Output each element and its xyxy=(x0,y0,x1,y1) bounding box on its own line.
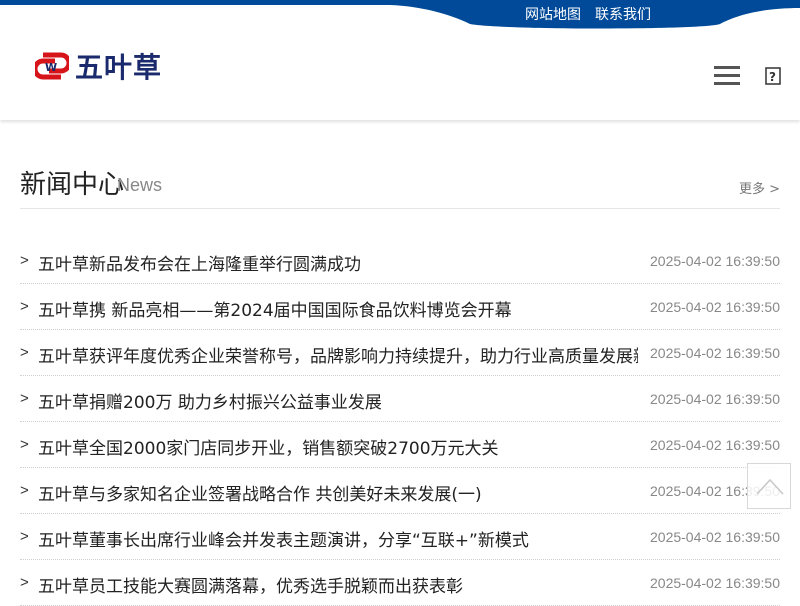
svg-text:W: W xyxy=(45,61,57,74)
news-item[interactable]: > 五叶草获评年度优秀企业荣誉称号，品牌影响力持续提升，助力行业高质量发展新征程… xyxy=(20,330,780,376)
news-item[interactable]: > 五叶草全国2000家门店同步开业，销售额突破2700万元大关 2025-04… xyxy=(20,422,780,468)
news-date: 2025-04-02 16:39:50 xyxy=(650,345,780,361)
hamburger-menu-icon[interactable] xyxy=(714,66,740,86)
svg-text:?: ? xyxy=(769,70,776,84)
news-item[interactable]: > 五叶草新品发布会在上海隆重举行圆满成功 2025-04-02 16:39:5… xyxy=(20,238,780,284)
sitemap-link[interactable]: 网站地图 xyxy=(525,6,581,24)
news-title[interactable]: 五叶草董事长出席行业峰会并发表主题演讲，分享“互联+”新模式 xyxy=(38,526,638,551)
news-title[interactable]: 五叶草捐赠200万 助力乡村振兴公益事业发展 xyxy=(38,388,638,413)
bullet-arrow-icon: > xyxy=(20,574,29,591)
section-title: 新闻中心 xyxy=(20,170,125,200)
news-title[interactable]: 五叶草全国2000家门店同步开业，销售额突破2700万元大关 xyxy=(38,434,638,459)
top-links: 网站地图 联系我们 xyxy=(525,6,651,24)
bullet-arrow-icon: > xyxy=(20,390,29,407)
bullet-arrow-icon: > xyxy=(20,436,29,453)
news-date: 2025-04-02 16:39:50 xyxy=(650,253,780,269)
logo-text: 五叶草 xyxy=(75,51,163,84)
news-title[interactable]: 五叶草新品发布会在上海隆重举行圆满成功 xyxy=(38,250,638,275)
news-date: 2025-04-02 16:39:50 xyxy=(650,437,780,453)
site-logo[interactable]: W 五叶草 xyxy=(35,48,162,84)
more-link[interactable]: 更多 > xyxy=(739,178,780,197)
news-list: > 五叶草新品发布会在上海隆重举行圆满成功 2025-04-02 16:39:5… xyxy=(20,238,780,606)
bullet-arrow-icon: > xyxy=(20,528,29,545)
news-title[interactable]: 五叶草员工技能大赛圆满落幕，优秀选手脱颖而出获表彰 xyxy=(38,572,638,597)
logo-mark-icon: W xyxy=(35,52,69,80)
bullet-arrow-icon: > xyxy=(20,482,29,499)
search-icon[interactable]: ? xyxy=(765,67,781,85)
bullet-arrow-icon: > xyxy=(20,252,29,269)
chevron-up-icon xyxy=(756,478,784,495)
news-item[interactable]: > 五叶草捐赠200万 助力乡村振兴公益事业发展 2025-04-02 16:3… xyxy=(20,376,780,422)
news-item[interactable]: > 五叶草与多家知名企业签署战略合作 共创美好未来发展(一) 2025-04-0… xyxy=(20,468,780,514)
news-title[interactable]: 五叶草携 新品亮相——第2024届中国国际食品饮料博览会开幕 xyxy=(38,296,638,321)
news-date: 2025-04-02 16:39:50 xyxy=(650,529,780,545)
news-section-header: 新闻中心 News 更多 > xyxy=(20,160,780,209)
news-title[interactable]: 五叶草获评年度优秀企业荣誉称号，品牌影响力持续提升，助力行业高质量发展新征程 xyxy=(38,342,638,367)
news-title[interactable]: 五叶草与多家知名企业签署战略合作 共创美好未来发展(一) xyxy=(38,480,638,505)
top-bar: 网站地图 联系我们 xyxy=(0,0,800,30)
section-subtitle: News xyxy=(117,175,163,195)
news-date: 2025-04-02 16:39:50 xyxy=(650,391,780,407)
bullet-arrow-icon: > xyxy=(20,298,29,315)
contact-link[interactable]: 联系我们 xyxy=(595,6,651,24)
top-bar-background xyxy=(0,0,800,29)
bullet-arrow-icon: > xyxy=(20,344,29,361)
news-item[interactable]: > 五叶草董事长出席行业峰会并发表主题演讲，分享“互联+”新模式 2025-04… xyxy=(20,514,780,560)
news-item[interactable]: > 五叶草员工技能大赛圆满落幕，优秀选手脱颖而出获表彰 2025-04-02 1… xyxy=(20,560,780,606)
back-to-top-button[interactable] xyxy=(747,463,791,509)
news-date: 2025-04-02 16:39:50 xyxy=(650,299,780,315)
news-item[interactable]: > 五叶草携 新品亮相——第2024届中国国际食品饮料博览会开幕 2025-04… xyxy=(20,284,780,330)
news-date: 2025-04-02 16:39:50 xyxy=(650,575,780,591)
